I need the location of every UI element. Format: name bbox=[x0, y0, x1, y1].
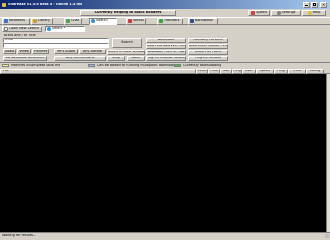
toolbar-item-networks[interactable]: Networks bbox=[2, 17, 30, 25]
toolbar-item-search[interactable]: Search bbox=[89, 17, 117, 25]
speed-icon bbox=[251, 11, 256, 15]
search-extra-input[interactable] bbox=[3, 43, 109, 48]
current-search-label: Select * bbox=[52, 26, 66, 31]
column-header-file[interactable]: File bbox=[0, 68, 196, 74]
column-header-trust[interactable]: Trust bbox=[288, 68, 306, 74]
search-icon bbox=[91, 19, 95, 23]
maximize-icon bbox=[312, 3, 317, 6]
legend-swatch-downloading bbox=[174, 63, 181, 67]
search-icon bbox=[47, 27, 51, 31]
toolbar-item-chat[interactable]: Chat bbox=[64, 17, 82, 25]
open-new-search-label: Open New Search bbox=[9, 26, 40, 31]
all-networks-dropdown[interactable]: All Available Networks bbox=[3, 55, 47, 61]
column-header-speed[interactable]: Speed bbox=[256, 68, 274, 74]
window-title: Shareaza v1.5.6 beta 4 - Online 1.4 ms bbox=[8, 2, 83, 6]
verbal-icon bbox=[128, 19, 132, 23]
toolbar-label: Bandwidth bbox=[195, 18, 214, 23]
search-button[interactable]: Search bbox=[112, 37, 142, 48]
current-search-tab[interactable]: Select * bbox=[45, 26, 85, 32]
column-header-size[interactable]: Size bbox=[220, 68, 232, 74]
bandwidth-icon bbox=[190, 19, 194, 23]
toolbar-label: Chat bbox=[71, 18, 79, 23]
title-bar: Shareaza v1.5.6 beta 4 - Online 1.4 ms × bbox=[0, 0, 330, 9]
toolbar-label: Transfers bbox=[164, 18, 180, 23]
toolbar-item-verbal[interactable]: Verbal bbox=[126, 17, 146, 25]
toolbar-item-bandwidth[interactable]: Bandwidth bbox=[188, 17, 218, 25]
auto-find-sources-button[interactable]: Auto Find Sources - 15s bbox=[146, 43, 186, 49]
available-files-on-top-button[interactable]: Available Files On Top bbox=[146, 49, 186, 55]
download-button[interactable]: Download bbox=[146, 37, 186, 43]
new-search-icon bbox=[4, 27, 8, 31]
auto-enter-queue-button[interactable]: Auto Enter Queue - 10 bbox=[188, 43, 228, 49]
column-header-rating[interactable]: Rating bbox=[306, 68, 324, 74]
toolbar-label: Search bbox=[96, 18, 108, 23]
network-icon bbox=[4, 19, 8, 23]
status-bar: Waiting for results... bbox=[0, 232, 330, 238]
banner[interactable]: Currently helping to block flooders bbox=[80, 10, 176, 16]
done-button[interactable]: Done bbox=[127, 55, 145, 61]
column-header-user[interactable]: User bbox=[242, 68, 256, 74]
close-icon: × bbox=[321, 1, 326, 7]
filter-video[interactable]: Video bbox=[17, 49, 31, 54]
stop-button[interactable]: Stop bbox=[107, 55, 125, 61]
legend-label-incomplete: Matches incomplete local file bbox=[11, 63, 61, 67]
search-main-window-button[interactable]: Search in Main Window bbox=[107, 49, 145, 55]
column-header-ping-2[interactable]: Ping bbox=[274, 68, 288, 74]
resize-grip-icon[interactable] bbox=[325, 233, 329, 238]
maximize-button[interactable] bbox=[311, 1, 318, 8]
any-connections-dropdown[interactable]: Any Connections bbox=[54, 55, 106, 61]
legend-swatch-multipoint bbox=[88, 63, 95, 67]
close-button[interactable]: × bbox=[320, 1, 327, 8]
help-button[interactable]: Help bbox=[302, 10, 326, 16]
search-input[interactable]: ichor bbox=[3, 37, 109, 43]
app-icon bbox=[2, 2, 6, 7]
results-list[interactable] bbox=[0, 74, 326, 232]
speed-label: Speed bbox=[256, 10, 267, 15]
toolbar-label: Verbal bbox=[133, 18, 144, 23]
speed-button[interactable]: Speed bbox=[248, 10, 270, 16]
show-full-paths-button[interactable]: Show Full Paths bbox=[188, 49, 228, 55]
column-header-time[interactable]: Time bbox=[208, 68, 220, 74]
results-scrollbar[interactable] bbox=[326, 74, 330, 232]
chat-icon bbox=[66, 19, 70, 23]
filter-any-bitrate[interactable]: Any Bitrate bbox=[79, 49, 106, 54]
toolbar-label: Library bbox=[38, 18, 50, 23]
library-icon bbox=[33, 19, 37, 23]
legend-label-multipoint: Can be added to running multipoint downl… bbox=[97, 63, 176, 67]
artist-title-label: Artist and / or Title bbox=[4, 33, 36, 37]
transfers-icon bbox=[159, 19, 163, 23]
help-label: Help bbox=[312, 10, 321, 15]
filter-mp3-audio[interactable]: MP3 Audio bbox=[54, 49, 78, 54]
legend-label-downloading: Currently downloading bbox=[183, 63, 222, 67]
column-header-ping[interactable]: Ping bbox=[232, 68, 242, 74]
filter-pictures[interactable]: Pictures bbox=[32, 49, 49, 54]
toolbar-label: Networks bbox=[9, 18, 25, 23]
minimize-icon bbox=[305, 5, 308, 6]
ping-browse-results-button[interactable]: Ping On Browse Results bbox=[146, 55, 186, 61]
toolbar-item-transfers[interactable]: Transfers bbox=[157, 17, 183, 25]
settings-label: Settings bbox=[281, 10, 296, 15]
manually-rename-button[interactable]: Manually Rename bbox=[188, 37, 228, 43]
open-new-search-tab[interactable]: Open New Search bbox=[2, 26, 42, 32]
help-icon bbox=[307, 11, 312, 15]
ping-all-results-button[interactable]: Ping All Results bbox=[188, 55, 228, 61]
minimize-button[interactable] bbox=[303, 1, 310, 8]
toolbar-item-library[interactable]: Library bbox=[31, 17, 53, 25]
column-header-extra[interactable]: Extra bbox=[196, 68, 208, 74]
status-text: Waiting for results... bbox=[2, 234, 37, 238]
settings-button[interactable]: Settings bbox=[271, 10, 301, 16]
gear-icon bbox=[276, 11, 281, 15]
search-input-value: ichor bbox=[5, 37, 14, 42]
legend-swatch-incomplete bbox=[2, 63, 9, 67]
filter-audio[interactable]: Audio bbox=[3, 49, 16, 54]
